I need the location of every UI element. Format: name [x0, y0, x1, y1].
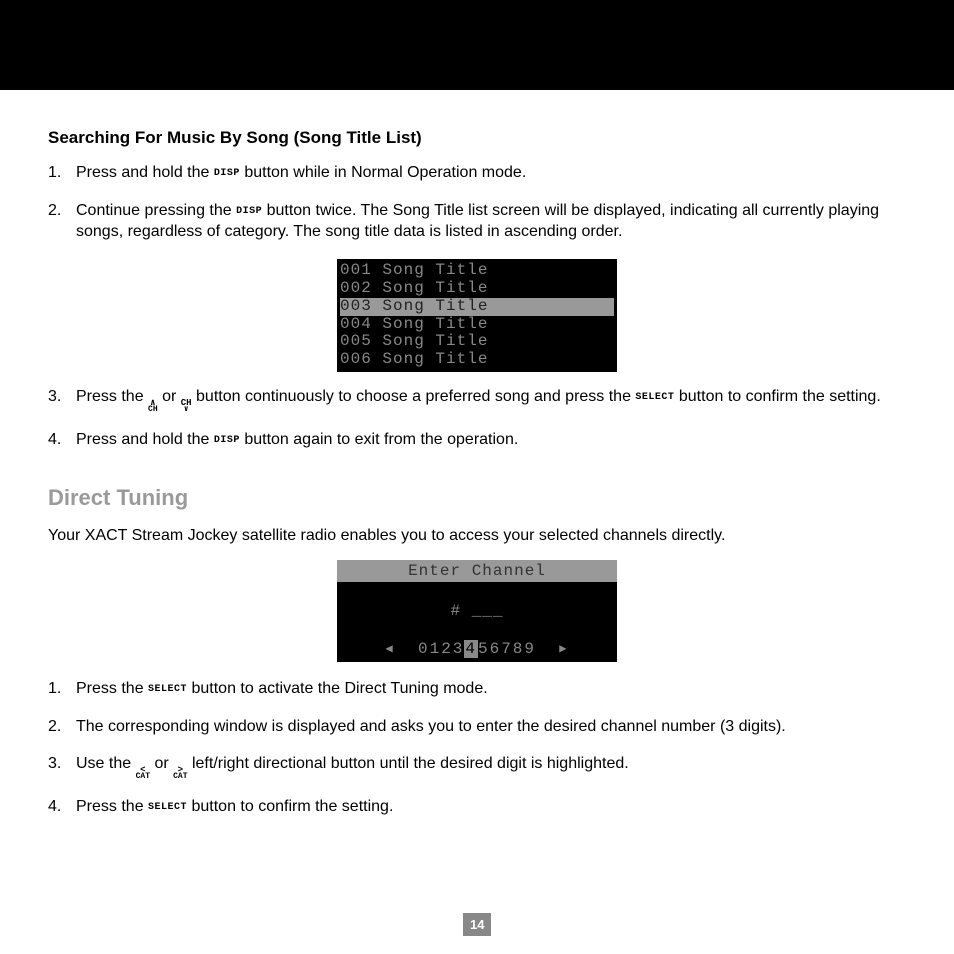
step-text: Use the <CAT or >CAT left/right directio…	[76, 753, 906, 780]
direct-tune-lcd: Enter Channel # ___ ◀ 0123456789 ▶	[337, 560, 617, 662]
select-button-label: SELECT	[148, 802, 187, 813]
section1-steps: 1. Press and hold the DISP button while …	[48, 162, 906, 243]
step-4: 4. Press and hold the DISP button again …	[48, 429, 906, 451]
step-number: 4.	[48, 429, 76, 451]
disp-button-label: DISP	[214, 168, 240, 179]
step-1: 1. Press the SELECT button to activate t…	[48, 678, 906, 700]
disp-button-label: DISP	[214, 435, 240, 446]
step-3: 3. Use the <CAT or >CAT left/right direc…	[48, 753, 906, 780]
select-button-label: SELECT	[635, 392, 674, 403]
page-number: 14	[463, 913, 491, 936]
lcd-row: 004 Song Title	[340, 316, 614, 334]
song-list-lcd: 001 Song Title 002 Song Title 003 Song T…	[337, 259, 617, 372]
section2-intro: Your XACT Stream Jockey satellite radio …	[48, 525, 906, 547]
cat-left-icon: <CAT	[136, 767, 150, 780]
step-text: Press the SELECT button to confirm the s…	[76, 796, 906, 818]
step-number: 4.	[48, 796, 76, 818]
lcd-row: 002 Song Title	[340, 280, 614, 298]
step-number: 3.	[48, 386, 76, 408]
step-text: The corresponding window is displayed an…	[76, 716, 906, 738]
step-3: 3. Press the ∧CH or CH∨ button continuou…	[48, 386, 906, 413]
step-text: Continue pressing the DISP button twice.…	[76, 200, 906, 243]
step-number: 2.	[48, 200, 76, 222]
step-1: 1. Press and hold the DISP button while …	[48, 162, 906, 184]
step-2: 2. The corresponding window is displayed…	[48, 716, 906, 738]
step-number: 2.	[48, 716, 76, 738]
section1-title: Searching For Music By Song (Song Title …	[48, 128, 906, 148]
step-number: 3.	[48, 753, 76, 775]
lcd-header: Enter Channel	[337, 560, 617, 582]
disp-button-label: DISP	[236, 206, 262, 217]
select-button-label: SELECT	[148, 684, 187, 695]
lcd-row: 006 Song Title	[340, 351, 614, 369]
ch-down-icon: CH∨	[181, 400, 192, 413]
lcd-row: 001 Song Title	[340, 262, 614, 280]
step-number: 1.	[48, 678, 76, 700]
lcd-row-highlighted: 003 Song Title	[340, 298, 614, 316]
section1-steps-cont: 3. Press the ∧CH or CH∨ button continuou…	[48, 386, 906, 450]
step-2: 2. Continue pressing the DISP button twi…	[48, 200, 906, 243]
header-black-bar	[0, 0, 954, 90]
triangle-right-icon: ▶	[559, 642, 568, 656]
triangle-left-icon: ◀	[386, 642, 395, 656]
lcd-digit-highlighted: 4	[464, 640, 478, 658]
step-text: Press and hold the DISP button while in …	[76, 162, 906, 184]
step-text: Press and hold the DISP button again to …	[76, 429, 906, 451]
step-number: 1.	[48, 162, 76, 184]
step-4: 4. Press the SELECT button to confirm th…	[48, 796, 906, 818]
section2-steps: 1. Press the SELECT button to activate t…	[48, 678, 906, 818]
ch-up-icon: ∧CH	[148, 400, 158, 413]
lcd-digit-strip: ◀ 0123456789 ▶	[337, 638, 617, 662]
step-text: Press the SELECT button to activate the …	[76, 678, 906, 700]
step-text: Press the ∧CH or CH∨ button continuously…	[76, 386, 906, 413]
cat-right-icon: >CAT	[173, 767, 187, 780]
section2-heading: Direct Tuning	[48, 485, 906, 511]
lcd-entry-line: # ___	[337, 582, 617, 638]
page-content: Searching For Music By Song (Song Title …	[0, 90, 954, 818]
lcd-row: 005 Song Title	[340, 333, 614, 351]
